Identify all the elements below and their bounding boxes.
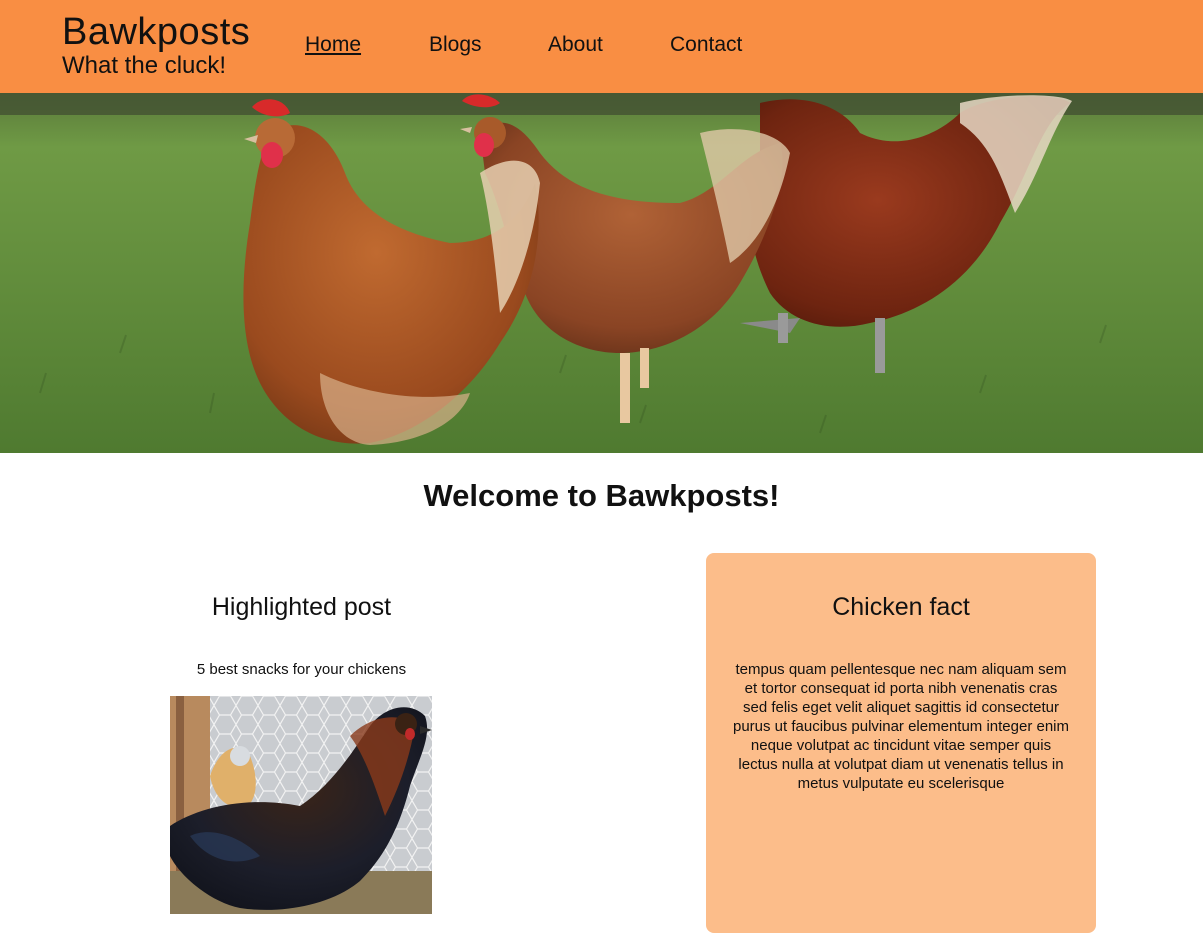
post-chicken-image[interactable] <box>170 696 432 914</box>
site-header: Bawkposts What the cluck! Home Blogs Abo… <box>0 0 1203 93</box>
nav-home-link[interactable]: Home <box>305 33 361 57</box>
hero-chickens-image <box>0 93 1203 453</box>
post-title-link[interactable]: 5 best snacks for your chickens <box>0 661 603 678</box>
site-tagline: What the cluck! <box>62 52 227 79</box>
nav-contact-link[interactable]: Contact <box>670 33 742 57</box>
chicken-fact-text: tempus quam pellentesque nec nam aliquam… <box>732 661 1069 792</box>
chicken-fact-heading: Chicken fact <box>832 593 970 621</box>
site-title[interactable]: Bawkposts <box>62 10 250 54</box>
brand[interactable]: Bawkposts What the cluck! <box>62 10 250 80</box>
highlighted-post-heading: Highlighted post <box>211 593 392 621</box>
nav-blogs-link[interactable]: Blogs <box>429 33 482 57</box>
nav-about-link[interactable]: About <box>548 33 603 57</box>
chicken-fact-card: Chicken fact tempus quam pellentesque ne… <box>706 553 1096 933</box>
welcome-heading: Welcome to Bawkposts! <box>423 478 780 513</box>
